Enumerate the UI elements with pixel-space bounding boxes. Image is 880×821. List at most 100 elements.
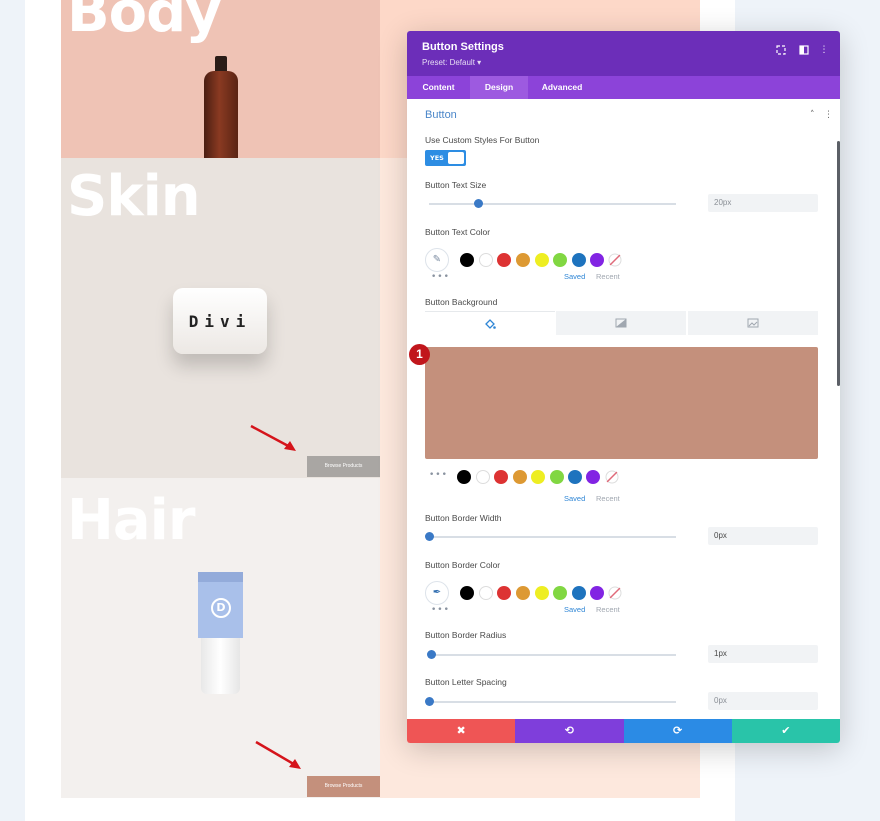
tab-content[interactable]: Content xyxy=(407,76,470,99)
background-label: Button Background xyxy=(425,297,498,307)
swatch-yellow[interactable] xyxy=(531,470,545,484)
redo-button[interactable]: ⟳ xyxy=(623,719,732,743)
modal-tabs: Content Design Advanced xyxy=(407,76,840,99)
swatch-blue[interactable] xyxy=(572,586,586,600)
swatch-green[interactable] xyxy=(550,470,564,484)
modal-scrollbar[interactable] xyxy=(837,141,840,386)
save-button[interactable]: ✔ xyxy=(731,719,840,743)
saved-tab[interactable]: Saved xyxy=(564,272,585,281)
swatch-red[interactable] xyxy=(494,470,508,484)
preset-selector[interactable]: Preset: Default ▾ xyxy=(422,58,481,67)
eyedropper-icon[interactable]: ✒ xyxy=(425,581,449,605)
tube-product-image: D xyxy=(198,572,243,694)
bottle-product-image xyxy=(204,56,238,158)
no-color-icon[interactable] xyxy=(608,586,622,600)
jar-product-image: Divi xyxy=(173,288,267,354)
border-radius-slider[interactable] xyxy=(427,650,676,659)
saved-tab[interactable]: Saved xyxy=(564,494,585,503)
swatch-green[interactable] xyxy=(553,253,567,267)
background-type-tabs xyxy=(425,311,818,335)
swatch-green[interactable] xyxy=(553,586,567,600)
modal-body: Button ˄ ⋮ Use Custom Styles For Button … xyxy=(407,99,840,719)
recent-tab[interactable]: Recent xyxy=(596,605,620,614)
annotation-arrow-icon xyxy=(255,740,301,769)
recent-tab[interactable]: Recent xyxy=(596,494,620,503)
slider-thumb[interactable] xyxy=(427,650,436,659)
swatch-white[interactable] xyxy=(479,586,493,600)
image-icon[interactable] xyxy=(688,311,818,335)
border-radius-label: Button Border Radius xyxy=(425,630,507,640)
step-badge: 1 xyxy=(409,344,430,365)
no-color-icon[interactable] xyxy=(608,253,622,267)
text-size-label: Button Text Size xyxy=(425,180,487,190)
text-size-slider[interactable] xyxy=(429,199,676,208)
group-menu-icon[interactable]: ⋮ xyxy=(824,110,833,120)
background-color-preview[interactable] xyxy=(425,347,818,459)
section-title: Body xyxy=(67,0,222,45)
background-color-palette: ••• Saved Recent xyxy=(425,468,825,503)
swatch-black[interactable] xyxy=(460,253,474,267)
swatch-yellow[interactable] xyxy=(535,586,549,600)
tube-logo: D xyxy=(211,598,231,618)
swatch-purple[interactable] xyxy=(590,586,604,600)
slider-thumb[interactable] xyxy=(425,532,434,541)
fill-icon[interactable] xyxy=(425,311,555,335)
modal-title: Button Settings xyxy=(422,41,504,53)
swatch-purple[interactable] xyxy=(590,253,604,267)
swatch-red[interactable] xyxy=(497,586,511,600)
border-width-slider[interactable] xyxy=(425,532,676,541)
browse-products-button[interactable]: Browse Products xyxy=(307,776,380,797)
slider-thumb[interactable] xyxy=(425,697,434,706)
swatch-orange[interactable] xyxy=(516,253,530,267)
swatch-blue[interactable] xyxy=(572,253,586,267)
more-colors-icon[interactable]: ••• xyxy=(429,470,448,480)
swatch-white[interactable] xyxy=(476,470,490,484)
swatch-blue[interactable] xyxy=(568,470,582,484)
swatch-black[interactable] xyxy=(460,586,474,600)
swatch-orange[interactable] xyxy=(516,586,530,600)
border-radius-input[interactable]: 1px xyxy=(708,645,818,663)
section-title: Hair xyxy=(67,488,195,553)
button-settings-modal: Button Settings Preset: Default ▾ ⋮ Cont… xyxy=(407,31,840,743)
swatch-red[interactable] xyxy=(497,253,511,267)
modal-header: Button Settings Preset: Default ▾ ⋮ xyxy=(407,31,840,76)
recent-tab[interactable]: Recent xyxy=(596,272,620,281)
custom-styles-toggle[interactable]: YES xyxy=(425,150,466,166)
group-title[interactable]: Button xyxy=(425,109,457,121)
tab-design[interactable]: Design xyxy=(470,76,528,99)
more-options-icon[interactable]: ⋮ xyxy=(818,44,830,56)
gradient-icon[interactable] xyxy=(556,311,686,335)
annotation-arrow-icon xyxy=(250,424,296,451)
jar-label: Divi xyxy=(188,312,252,331)
undo-button[interactable]: ⟲ xyxy=(515,719,624,743)
more-colors-icon[interactable]: ••• xyxy=(431,272,450,282)
collapse-chevron-icon[interactable]: ˄ xyxy=(810,110,815,120)
cancel-button[interactable]: ✖ xyxy=(407,719,516,743)
eyedropper-icon[interactable]: ✎ xyxy=(425,248,449,272)
swatch-white[interactable] xyxy=(479,253,493,267)
section-skin: Skin Divi Browse Products xyxy=(61,158,380,478)
section-title: Skin xyxy=(67,164,201,229)
swatch-purple[interactable] xyxy=(586,470,600,484)
toggle-text: YES xyxy=(430,154,444,162)
fullscreen-icon[interactable] xyxy=(775,44,787,56)
more-colors-icon[interactable]: ••• xyxy=(431,605,450,615)
swatch-yellow[interactable] xyxy=(535,253,549,267)
tab-advanced[interactable]: Advanced xyxy=(528,76,596,99)
no-color-icon[interactable] xyxy=(605,470,619,484)
saved-tab[interactable]: Saved xyxy=(564,605,585,614)
letter-spacing-slider[interactable] xyxy=(425,697,676,706)
border-color-palette: ✒ ••• Saved Recent xyxy=(425,581,825,615)
border-color-label: Button Border Color xyxy=(425,560,501,570)
swatch-black[interactable] xyxy=(457,470,471,484)
browse-products-button[interactable]: Browse Products xyxy=(307,456,380,477)
swatch-orange[interactable] xyxy=(513,470,527,484)
border-width-input[interactable]: 0px xyxy=(708,527,818,545)
split-view-icon[interactable] xyxy=(798,44,810,56)
letter-spacing-label: Button Letter Spacing xyxy=(425,677,507,687)
border-width-label: Button Border Width xyxy=(425,513,502,523)
section-body: Body xyxy=(61,0,380,158)
text-size-input[interactable]: 20px xyxy=(708,194,818,212)
slider-thumb[interactable] xyxy=(474,199,483,208)
letter-spacing-input[interactable]: 0px xyxy=(708,692,818,710)
